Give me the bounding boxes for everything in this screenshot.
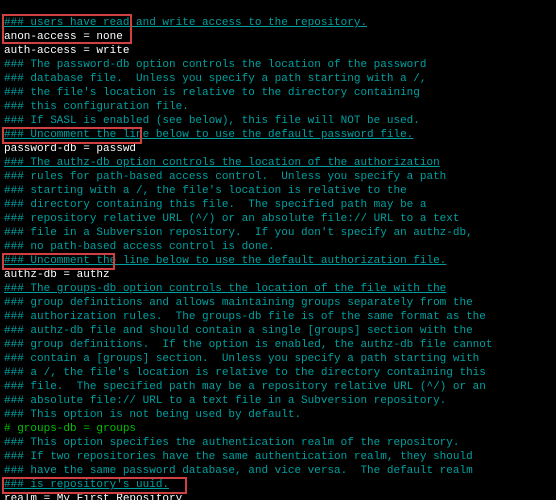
config-comment: ### The password-db option controls the … xyxy=(4,59,426,71)
config-comment: ### rules for path-based access control.… xyxy=(4,171,446,183)
config-comment: ### directory containing this file. The … xyxy=(4,199,426,211)
config-comment: ### Uncomment the line below to use the … xyxy=(4,255,446,267)
config-line-authz-db: authz-db = authz xyxy=(4,269,110,281)
config-comment: ### This option is not being used by def… xyxy=(4,409,301,421)
config-comment: ### This option specifies the authentica… xyxy=(4,437,459,449)
config-comment: ### repository relative URL (^/) or an a… xyxy=(4,213,459,225)
config-line-realm: realm = My First Repository xyxy=(4,493,182,500)
config-comment: ### If SASL is enabled (see below), this… xyxy=(4,115,420,127)
config-comment: ### file. The specified path may be a re… xyxy=(4,381,486,393)
config-line-auth-access: auth-access = write xyxy=(4,45,129,57)
config-comment: ### group definitions and allows maintai… xyxy=(4,297,473,309)
config-comment: ### group definitions. If the option is … xyxy=(4,339,492,351)
config-comment: ### users have read and write access to … xyxy=(4,17,367,29)
config-line-anon-access: anon-access = none xyxy=(4,31,123,43)
terminal-content: ### users have read and write access to … xyxy=(0,0,556,500)
config-comment: ### database file. Unless you specify a … xyxy=(4,73,426,85)
config-comment: ### file in a Subversion repository. If … xyxy=(4,227,473,239)
config-comment: ### a /, the file's location is relative… xyxy=(4,367,486,379)
config-comment: ### this configuration file. xyxy=(4,101,189,113)
config-comment: ### If two repositories have the same au… xyxy=(4,451,473,463)
config-comment: ### contain a [groups] section. Unless y… xyxy=(4,353,479,365)
config-comment: ### authz-db file and should contain a s… xyxy=(4,325,473,337)
config-commented-line-groups-db: # groups-db = groups xyxy=(4,423,136,435)
config-line-password-db: password-db = passwd xyxy=(4,143,136,155)
config-comment: ### The groups-db option controls the lo… xyxy=(4,283,446,295)
config-comment: ### starting with a /, the file's locati… xyxy=(4,185,407,197)
config-comment: ### is repository's uuid. xyxy=(4,479,169,491)
config-comment: ### no path-based access control is done… xyxy=(4,241,275,253)
config-comment: ### Uncomment the line below to use the … xyxy=(4,129,413,141)
config-comment: ### the file's location is relative to t… xyxy=(4,87,420,99)
terminal-window[interactable]: ### users have read and write access to … xyxy=(0,0,556,500)
config-comment: ### have the same password database, and… xyxy=(4,465,473,477)
config-comment: ### absolute file:// URL to a text file … xyxy=(4,395,446,407)
config-comment: ### The authz-db option controls the loc… xyxy=(4,157,440,169)
config-comment: ### authorization rules. The groups-db f… xyxy=(4,311,486,323)
